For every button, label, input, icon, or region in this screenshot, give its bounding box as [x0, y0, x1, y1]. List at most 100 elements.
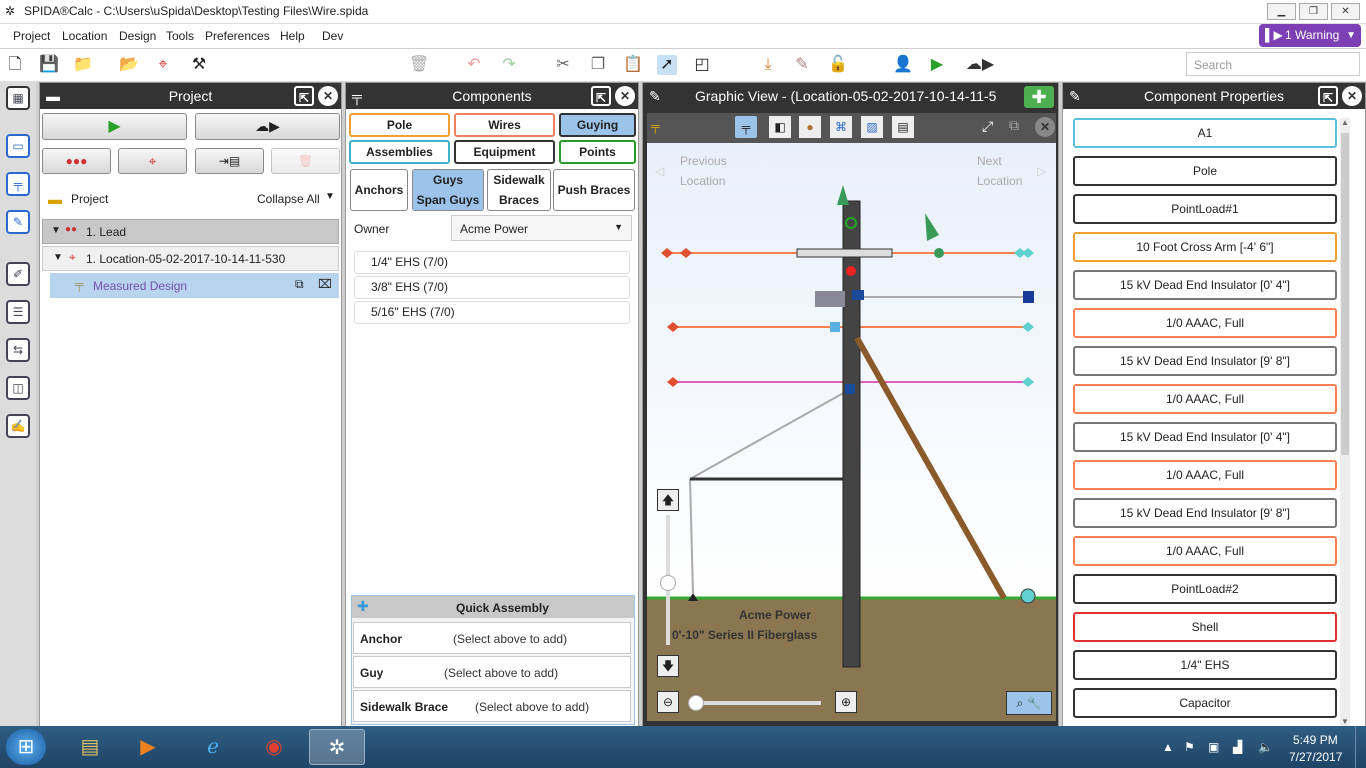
run-button[interactable]: ▶: [42, 113, 187, 140]
tab-assemblies[interactable]: Assemblies: [349, 140, 450, 164]
open-folder-icon[interactable]: 📁: [73, 55, 93, 75]
collapse-all-link[interactable]: Collapse All: [257, 192, 320, 206]
zoom-slider-thumb[interactable]: [688, 695, 704, 711]
quick-assembly-anchor[interactable]: Anchor (Select above to add): [353, 622, 631, 654]
clock-time[interactable]: 5:49 PM: [1293, 733, 1338, 747]
pole-icon[interactable]: ╤: [6, 172, 30, 196]
folder-icon[interactable]: ▭: [6, 134, 30, 158]
scroll-down-button[interactable]: 🡇: [657, 655, 679, 677]
chrome-icon[interactable]: ◉: [254, 729, 294, 765]
3d-view-icon[interactable]: ◧: [769, 116, 791, 138]
paste-icon[interactable]: 📋: [623, 55, 643, 75]
tab-wires[interactable]: Wires: [454, 113, 555, 137]
list-item[interactable]: 1/4" EHS (7/0): [354, 251, 630, 274]
brace-anchor[interactable]: [1020, 588, 1036, 604]
menu-design[interactable]: Design: [119, 29, 156, 43]
delete-design-icon[interactable]: ⌧: [318, 277, 332, 291]
device-icon[interactable]: ▣: [1208, 740, 1219, 754]
copy-icon[interactable]: ❐: [588, 55, 608, 75]
component-item[interactable]: A1: [1073, 118, 1337, 148]
scroll-up-icon[interactable]: ▲: [1341, 118, 1349, 127]
zoom-in-icon[interactable]: ⊕: [835, 691, 857, 713]
component-item[interactable]: 1/0 AAAC, Full: [1073, 536, 1337, 566]
minimize-button[interactable]: ▁: [1267, 3, 1296, 20]
list-icon[interactable]: ☰: [6, 300, 30, 324]
menu-project[interactable]: Project: [13, 29, 50, 43]
vertical-zoom-thumb[interactable]: [660, 575, 676, 591]
wrench-icon[interactable]: 🔧: [1027, 696, 1042, 710]
start-button[interactable]: ⊞: [6, 729, 46, 765]
component-item[interactable]: 1/0 AAAC, Full: [1073, 384, 1337, 414]
popout-icon[interactable]: ⇱: [1318, 86, 1338, 106]
subtab-sidewalk-braces[interactable]: Sidewalk Braces: [487, 169, 551, 211]
import-icon[interactable]: ⤓: [758, 55, 778, 75]
calculator-icon[interactable]: ▦: [6, 86, 30, 110]
photo-view-icon[interactable]: ▨: [861, 116, 883, 138]
insulator[interactable]: [852, 290, 864, 300]
report-view-icon[interactable]: ▤: [892, 116, 914, 138]
map-view-icon[interactable]: ⌘: [830, 116, 852, 138]
network-icon[interactable]: ▟: [1233, 740, 1242, 754]
tab-pole[interactable]: Pole: [349, 113, 450, 137]
zoom-out-icon[interactable]: ⊖: [657, 691, 679, 713]
shell-marker[interactable]: [846, 266, 856, 276]
scroll-up-button[interactable]: 🡅: [657, 489, 679, 511]
scroll-down-icon[interactable]: ▼: [1341, 717, 1349, 726]
component-item[interactable]: PointLoad#2: [1073, 574, 1337, 604]
import-design-button[interactable]: ⇥▤: [195, 148, 264, 174]
component-item[interactable]: 15 kV Dead End Insulator [0' 4"]: [1073, 422, 1337, 452]
pole-view-icon[interactable]: ╤: [735, 116, 757, 138]
report-icon[interactable]: ✍: [6, 414, 30, 438]
menu-preferences[interactable]: Preferences: [205, 29, 270, 43]
scrollbar[interactable]: ▲ ▼: [1340, 118, 1350, 726]
warning-button[interactable]: ▌▶ 1 Warning ▼: [1259, 24, 1361, 47]
run-analysis-icon[interactable]: ▶: [927, 55, 947, 75]
subtab-anchors[interactable]: Anchors: [350, 169, 408, 211]
close-window-button[interactable]: ✕: [1331, 3, 1360, 20]
attach-point[interactable]: [934, 248, 944, 258]
volume-icon[interactable]: 🔈: [1258, 740, 1273, 754]
assembly-marker[interactable]: [830, 322, 840, 332]
show-hidden-icon[interactable]: ▲: [1162, 740, 1174, 754]
component-item[interactable]: 1/4" EHS: [1073, 650, 1337, 680]
pencil-icon[interactable]: ✎: [6, 210, 30, 234]
file-explorer-icon[interactable]: ▤: [70, 729, 110, 765]
tree-item-location[interactable]: ▼ ⌖ 1. Location-05-02-2017-10-14-11-530: [42, 246, 339, 271]
zoom-slider[interactable]: [688, 695, 821, 711]
quick-assembly-sidewalk-brace[interactable]: Sidewalk Brace (Select above to add): [353, 690, 631, 722]
close-icon[interactable]: ✕: [318, 86, 338, 106]
tree-item-lead[interactable]: ▼ ●● 1. Lead: [42, 219, 339, 244]
save-icon[interactable]: 💾: [39, 55, 59, 75]
capacitor[interactable]: [815, 291, 845, 307]
scrollbar-thumb[interactable]: [1341, 133, 1349, 455]
cloud-run-icon[interactable]: ☁▶: [962, 55, 998, 75]
flag-icon[interactable]: ⚑: [1184, 740, 1195, 754]
cut-icon[interactable]: ✂: [553, 55, 573, 75]
duplicate-icon[interactable]: ⧉: [295, 277, 304, 292]
undo-icon[interactable]: ↶: [464, 55, 484, 75]
new-icon[interactable]: 🗋: [5, 55, 25, 75]
show-desktop-button[interactable]: [1355, 726, 1366, 768]
top-view-icon[interactable]: ●: [799, 116, 821, 138]
search-input[interactable]: Search: [1186, 52, 1360, 76]
add-location-icon[interactable]: ⌖: [153, 55, 173, 75]
close-icon[interactable]: ✕: [615, 86, 635, 106]
expand-icon[interactable]: ▼: [53, 252, 63, 263]
add-lead-button[interactable]: ●●●: [42, 148, 111, 174]
delete-icon[interactable]: 🗑: [409, 55, 429, 75]
zoom-fit-icon[interactable]: ⌕: [1016, 696, 1023, 710]
graphic-canvas[interactable]: ◁ Previous Location Next Location ▷ Acme…: [647, 143, 1056, 721]
close-icon[interactable]: ✕: [1342, 86, 1362, 106]
chart-icon[interactable]: ◫: [6, 376, 30, 400]
resize-tool-icon[interactable]: ◰: [692, 55, 712, 75]
popout-icon[interactable]: ⇱: [294, 86, 314, 106]
add-location-button[interactable]: ⌖: [118, 148, 187, 174]
project-folder-icon[interactable]: 📂: [119, 55, 139, 75]
component-item[interactable]: PointLoad#1: [1073, 194, 1337, 224]
menu-tools[interactable]: Tools: [166, 29, 194, 43]
edit-icon[interactable]: ✐: [6, 262, 30, 286]
menu-dev[interactable]: Dev: [322, 29, 343, 43]
tag-icon[interactable]: ✎: [792, 55, 812, 75]
component-item[interactable]: 15 kV Dead End Insulator [0' 4"]: [1073, 270, 1337, 300]
component-item[interactable]: 15 kV Dead End Insulator [9' 8"]: [1073, 346, 1337, 376]
